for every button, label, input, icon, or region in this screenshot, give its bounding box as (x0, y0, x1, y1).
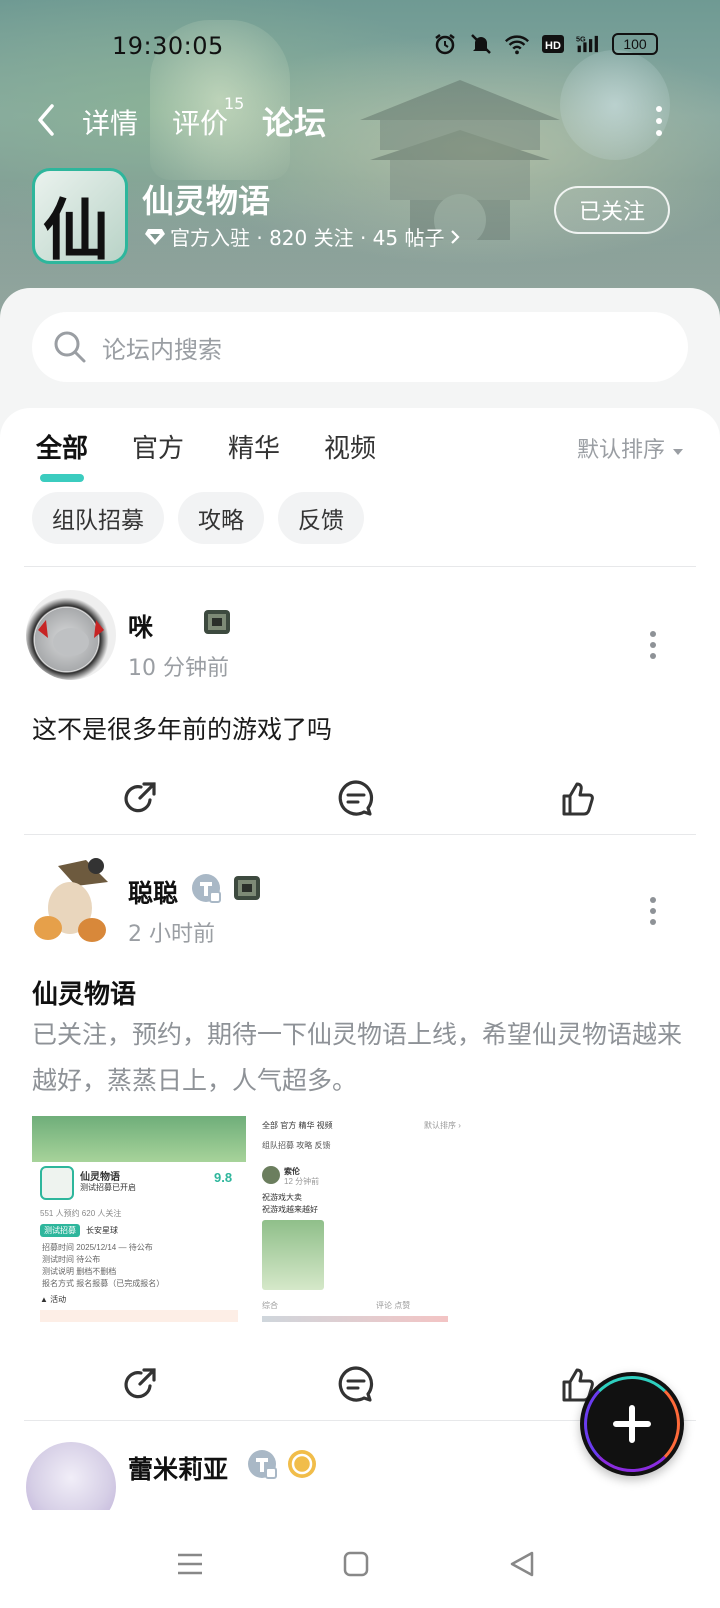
more-menu-icon[interactable] (654, 104, 664, 138)
caret-down-icon (673, 449, 683, 455)
menu-icon[interactable] (176, 1550, 204, 1578)
post-content: 已关注，预约，期待一下仙灵物语上线，希望仙灵物语越来越好，蒸蒸日上，人气超多。 (32, 1020, 683, 1095)
svg-text:5G: 5G (576, 35, 586, 44)
user-badges (190, 872, 264, 904)
game-meta-link[interactable]: 官方入驻 · 820 关注 · 45 帖子 (144, 222, 462, 251)
post-image[interactable]: 全部 官方 精华 视频 默认排序 › 组队招募 攻略 反馈 索伦 12 分钟前 … (248, 1116, 462, 1326)
back-icon[interactable] (508, 1550, 536, 1578)
chip-guides[interactable]: 攻略 (178, 492, 264, 544)
chevron-right-icon (451, 229, 461, 244)
level-badge-icon (204, 610, 230, 634)
post-author[interactable]: 蕾米莉亚 (128, 1450, 228, 1486)
post-author[interactable]: 聪聪 (128, 874, 178, 910)
sort-dropdown[interactable]: 默认排序 (577, 432, 684, 464)
topic-chips: 组队招募 攻略 反馈 (32, 492, 364, 544)
post-more-icon[interactable] (648, 896, 658, 926)
user-badges (246, 1448, 318, 1480)
post-more-icon[interactable] (648, 630, 658, 660)
game-icon[interactable]: 仙 (32, 168, 128, 264)
alarm-icon (432, 32, 458, 56)
post-images[interactable]: 仙灵物语 测试招募已开启 9.8 551 人预约 620 人关注 测试招募 长安… (32, 1116, 462, 1326)
search-icon (54, 331, 86, 363)
avatar[interactable] (26, 856, 116, 946)
user-badges (200, 606, 234, 638)
share-icon[interactable] (120, 778, 160, 818)
home-icon[interactable] (342, 1550, 370, 1578)
create-post-button[interactable] (580, 1372, 684, 1476)
filter-tab-featured[interactable]: 精华 (228, 428, 280, 478)
signal-5g-icon: 5G (576, 32, 602, 56)
comment-icon[interactable] (336, 1364, 376, 1404)
system-nav-bar (0, 1520, 720, 1608)
status-time: 19:30:05 (112, 32, 224, 60)
chip-feedback[interactable]: 反馈 (278, 492, 364, 544)
verified-badge-icon (192, 874, 221, 903)
activity-strip (40, 1310, 238, 1322)
share-icon[interactable] (120, 1364, 160, 1404)
reviews-count-badge: 15 (224, 94, 245, 113)
verified-badge-icon (248, 1450, 277, 1479)
mute-icon (468, 32, 494, 56)
chip-team-recruit[interactable]: 组队招募 (32, 492, 164, 544)
wifi-icon (504, 32, 530, 56)
mini-screenshot (262, 1220, 324, 1290)
svg-text:HD: HD (545, 40, 561, 52)
follow-button[interactable]: 已关注 (554, 186, 670, 234)
tab-forum[interactable]: 论坛 (262, 98, 327, 148)
comment-icon[interactable] (336, 778, 376, 818)
tab-details[interactable]: 详情 (82, 102, 138, 142)
search-placeholder: 论坛内搜索 (102, 335, 222, 364)
image-banner (32, 1116, 246, 1162)
post-time: 2 小时前 (128, 922, 215, 947)
game-info: 仙 仙灵物语 官方入驻 · 820 关注 · 45 帖子 已关注 (0, 164, 720, 264)
mini-avatar (262, 1166, 280, 1184)
status-bar: 19:30:05 HD 5G 100 (0, 28, 720, 68)
game-name: 仙灵物语 (142, 182, 271, 220)
game-meta-text: 官方入驻 · 820 关注 · 45 帖子 (170, 226, 445, 250)
divider (24, 566, 696, 567)
level-badge-icon (234, 876, 260, 900)
post-image[interactable]: 仙灵物语 测试招募已开启 9.8 551 人预约 620 人关注 测试招募 长安… (32, 1116, 246, 1326)
hd-icon: HD (540, 32, 566, 56)
back-arrow-icon[interactable] (32, 100, 62, 140)
filter-tabs: 全部 官方 精华 视频 (36, 428, 376, 482)
filter-tab-official[interactable]: 官方 (132, 428, 184, 478)
post-time: 10 分钟前 (128, 656, 229, 681)
battery-indicator: 100 (612, 33, 658, 55)
mini-game-icon (40, 1166, 74, 1200)
plus-icon (613, 1405, 651, 1443)
post-content: 这不是很多年前的游戏了吗 (32, 715, 333, 744)
creator-badge-icon (288, 1450, 316, 1478)
search-bar[interactable]: 论坛内搜索 (32, 312, 688, 382)
filter-tab-video[interactable]: 视频 (324, 428, 376, 478)
avatar[interactable] (26, 590, 116, 680)
avatar[interactable] (26, 1442, 116, 1510)
post-actions (0, 778, 720, 828)
filter-tab-all[interactable]: 全部 (36, 428, 88, 482)
like-icon[interactable] (558, 778, 598, 818)
post-author[interactable]: 咪 (128, 608, 153, 644)
image-footer (262, 1316, 448, 1322)
tab-reviews[interactable]: 评价 (172, 102, 228, 142)
diamond-icon (145, 228, 165, 245)
divider (24, 834, 696, 835)
post-title: 仙灵物语 (32, 980, 137, 1010)
top-nav: 详情 评价 15 论坛 (0, 92, 720, 152)
